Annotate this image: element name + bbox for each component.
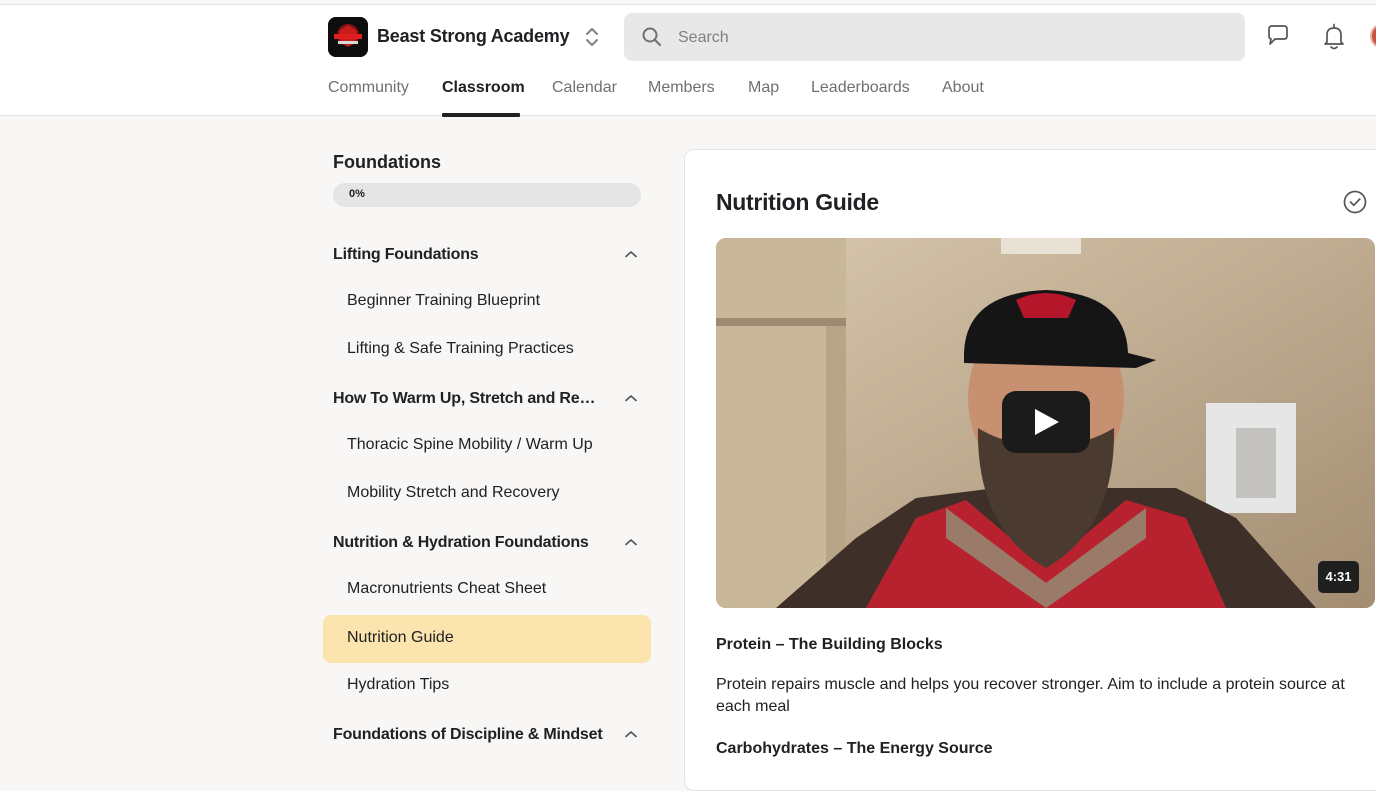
lesson-item[interactable]: Macronutrients Cheat Sheet — [323, 566, 651, 614]
group-switcher-icon[interactable] — [582, 25, 602, 49]
section-header-discipline-mindset[interactable]: Foundations of Discipline & Mindset — [333, 720, 643, 750]
tab-about[interactable]: About — [942, 79, 984, 97]
lesson-item[interactable]: Lifting & Safe Training Practices — [323, 326, 651, 374]
group-name[interactable]: Beast Strong Academy — [377, 26, 570, 47]
lesson-item[interactable]: Beginner Training Blueprint — [323, 278, 651, 326]
lesson-label: Lifting & Safe Training Practices — [347, 340, 574, 357]
section-header-nutrition-hydration[interactable]: Nutrition & Hydration Foundations — [333, 528, 643, 558]
section-title: Foundations of Discipline & Mindset — [333, 726, 603, 743]
section-title: Lifting Foundations — [333, 246, 479, 263]
section-title: How To Warm Up, Stretch and Reco... — [333, 390, 603, 407]
tab-map[interactable]: Map — [748, 79, 779, 97]
play-button[interactable] — [1002, 391, 1090, 453]
top-navigation-bar: Beast Strong Academy Community Classroom… — [0, 4, 1376, 117]
tab-leaderboards[interactable]: Leaderboards — [811, 79, 910, 97]
section-header-warm-up[interactable]: How To Warm Up, Stretch and Reco... — [333, 384, 643, 414]
content-heading-carbohydrates: Carbohydrates – The Energy Source — [716, 740, 993, 757]
lesson-label: Hydration Tips — [347, 676, 450, 693]
search-icon — [642, 27, 661, 46]
content-paragraph-protein: Protein repairs muscle and helps you rec… — [716, 676, 1345, 715]
chevron-up-icon — [625, 395, 637, 402]
search-input[interactable] — [676, 13, 1220, 63]
lesson-item[interactable]: Thoracic Spine Mobility / Warm Up — [323, 422, 651, 470]
user-avatar[interactable] — [1370, 23, 1376, 49]
course-progress-bar: 0% — [333, 183, 641, 207]
lesson-item[interactable]: Mobility Stretch and Recovery — [323, 470, 651, 518]
play-icon — [1035, 409, 1059, 435]
chevron-up-icon — [625, 731, 637, 738]
tab-members[interactable]: Members — [648, 79, 715, 97]
video-player[interactable]: 4:31 — [716, 238, 1375, 608]
video-duration: 4:31 — [1318, 561, 1359, 593]
lesson-item[interactable]: Hydration Tips — [323, 662, 651, 710]
chevron-up-icon — [625, 539, 637, 546]
lesson-label: Beginner Training Blueprint — [347, 292, 541, 309]
lesson-label: Macronutrients Cheat Sheet — [347, 580, 547, 597]
search-bar[interactable] — [624, 13, 1245, 63]
lesson-label: Thoracic Spine Mobility / Warm Up — [347, 436, 593, 453]
course-title: Foundations — [333, 152, 441, 172]
active-tab-indicator — [442, 113, 520, 117]
lesson-label: Mobility Stretch and Recovery — [347, 484, 560, 501]
tab-classroom[interactable]: Classroom — [442, 79, 525, 97]
notification-bell-icon[interactable] — [1321, 23, 1347, 51]
tab-calendar[interactable]: Calendar — [552, 79, 617, 97]
section-header-lifting-foundations[interactable]: Lifting Foundations — [333, 240, 643, 270]
chat-icon[interactable] — [1265, 23, 1291, 49]
progress-label: 0% — [349, 188, 365, 200]
section-title: Nutrition & Hydration Foundations — [333, 534, 589, 551]
content-heading-protein: Protein – The Building Blocks — [716, 636, 943, 653]
group-logo[interactable] — [328, 17, 368, 57]
lesson-title: Nutrition Guide — [716, 189, 879, 215]
chevron-up-icon — [625, 251, 637, 258]
lesson-label: Nutrition Guide — [347, 629, 454, 646]
mark-complete-check-icon[interactable] — [1342, 189, 1368, 215]
lesson-item-active[interactable]: Nutrition Guide — [323, 615, 651, 663]
tab-community[interactable]: Community — [328, 79, 409, 97]
